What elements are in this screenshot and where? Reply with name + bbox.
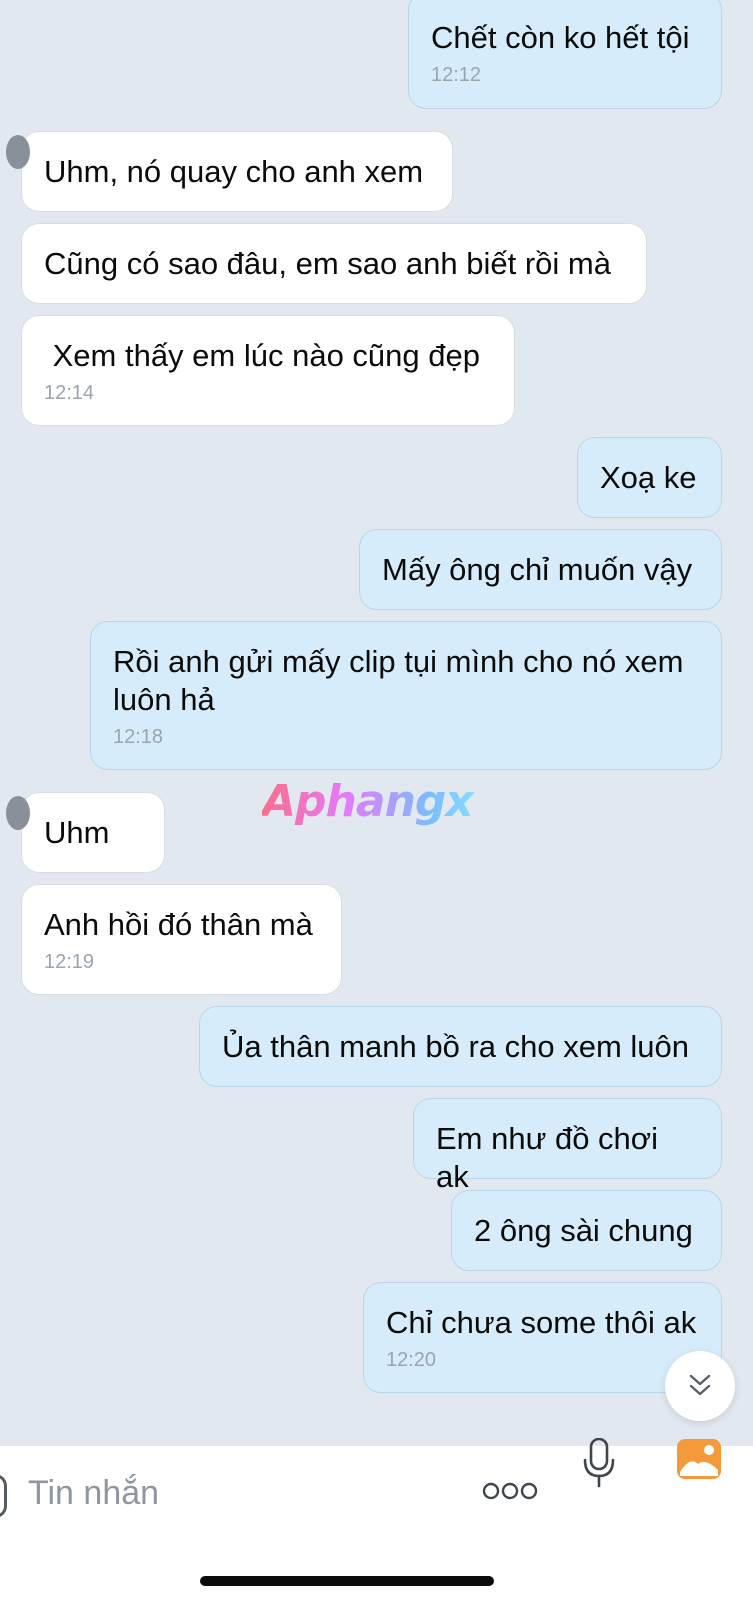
message-bubble-sent[interactable]: Chết còn ko hết tội 12:12 [408, 0, 722, 109]
message-text: 2 ông sài chung [474, 1213, 693, 1248]
message-time: 12:12 [431, 64, 482, 86]
sticker-icon[interactable] [0, 1474, 7, 1518]
message-text: Mấy ông chỉ muốn vậy [382, 552, 693, 587]
microphone-icon[interactable] [582, 1438, 616, 1488]
message-time: 12:19 [44, 951, 95, 973]
message-text: Chết còn ko hết tội [431, 20, 690, 55]
message-text: Cũng có sao đâu, em sao anh biết rồi mà [44, 246, 611, 281]
message-text: Uhm, nó quay cho anh xem [44, 154, 424, 189]
message-text: Chỉ chưa some thôi ak [386, 1305, 697, 1340]
sender-avatar[interactable] [6, 135, 30, 169]
message-text: Rồi anh gửi mấy clip tụi mình cho nó xem… [113, 644, 684, 717]
message-text: Em như đồ chơi ak [436, 1121, 659, 1194]
message-text: Xoạ ke [600, 460, 697, 495]
message-bubble-sent[interactable]: Rồi anh gửi mấy clip tụi mình cho nó xem… [90, 621, 722, 770]
message-text: Ủa thân manh bồ ra cho xem luôn [222, 1029, 689, 1064]
message-time: 12:18 [113, 726, 164, 748]
message-text: Xem thấy em lúc nào cũng đẹp [44, 338, 480, 373]
message-bubble-sent[interactable]: Ủa thân manh bồ ra cho xem luôn [199, 1006, 722, 1087]
message-time: 12:14 [44, 382, 95, 404]
message-bubble-sent[interactable]: Xoạ ke [577, 437, 722, 518]
message-time: 12:20 [386, 1349, 437, 1371]
message-bubble-received[interactable]: Uhm, nó quay cho anh xem [6, 131, 453, 212]
sender-avatar[interactable] [6, 796, 30, 830]
home-indicator [200, 1576, 494, 1586]
message-composer: Tin nhắn [0, 1438, 753, 1600]
message-text: Anh hồi đó thân mà [44, 907, 313, 942]
message-bubble-sent[interactable]: Mấy ông chỉ muốn vậy [359, 529, 722, 610]
message-bubble-sent[interactable]: Em như đồ chơi ak [413, 1098, 722, 1194]
more-icon[interactable] [482, 1476, 538, 1506]
watermark-logo: Aphangx [262, 772, 502, 832]
message-bubble-received[interactable]: Uhm [6, 792, 165, 873]
message-bubble-received[interactable]: Cũng có sao đâu, em sao anh biết rồi mà [21, 223, 647, 304]
message-bubble-received[interactable]: Anh hồi đó thân mà 12:19 [21, 884, 342, 995]
message-bubble-sent[interactable]: 2 ông sài chung [451, 1190, 722, 1271]
scroll-to-bottom-button[interactable] [665, 1351, 735, 1421]
double-chevron-down-icon [689, 1374, 711, 1396]
message-input[interactable]: Tin nhắn [28, 1468, 428, 1518]
image-icon[interactable] [676, 1438, 722, 1480]
message-bubble-received[interactable]: Xem thấy em lúc nào cũng đẹp 12:14 [21, 315, 515, 426]
message-text: Uhm [44, 815, 110, 850]
